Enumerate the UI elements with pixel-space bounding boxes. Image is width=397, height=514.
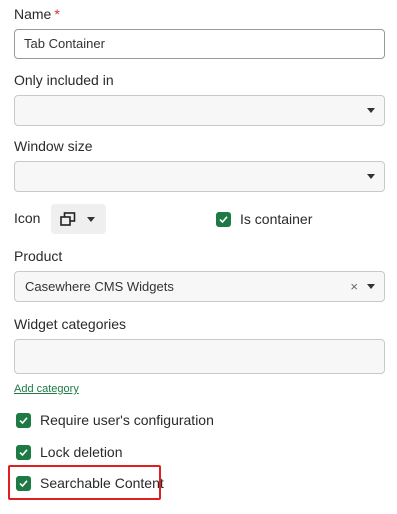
widget-categories-label: Widget categories [14, 316, 127, 332]
widget-categories-field[interactable] [14, 339, 385, 374]
checkbox-checked-icon [216, 211, 231, 227]
lock-deletion-checkbox[interactable]: Lock deletion [16, 444, 123, 460]
window-size-label: Window size [14, 138, 93, 154]
name-label-text: Name [14, 6, 52, 22]
checkbox-checked-icon [16, 444, 31, 460]
product-label: Product [14, 248, 63, 264]
is-container-label: Is container [240, 211, 313, 227]
chevron-down-icon [367, 284, 375, 289]
chevron-down-icon [367, 108, 375, 113]
chevron-down-icon [87, 217, 95, 222]
is-container-checkbox[interactable]: Is container [216, 211, 312, 227]
required-asterisk: * [54, 6, 60, 22]
product-value: Casewhere CMS Widgets [25, 279, 174, 294]
clear-icon[interactable]: × [350, 272, 358, 301]
only-included-in-select[interactable] [14, 95, 385, 126]
chevron-down-icon [367, 174, 375, 179]
require-config-label: Require user's configuration [40, 412, 214, 428]
add-category-link[interactable]: Add category [14, 383, 79, 395]
icon-label: Icon [14, 210, 41, 226]
icon-picker-button[interactable] [51, 204, 106, 234]
name-label: Name * [14, 6, 60, 22]
name-input-value: Tab Container [24, 36, 105, 51]
window-size-select[interactable] [14, 161, 385, 192]
lock-deletion-label: Lock deletion [40, 444, 123, 460]
highlight-box [8, 465, 161, 500]
checkbox-checked-icon [16, 412, 31, 428]
name-input[interactable]: Tab Container [14, 29, 385, 59]
window-restore-icon [60, 212, 76, 226]
only-included-in-label: Only included in [14, 72, 114, 88]
require-config-checkbox[interactable]: Require user's configuration [16, 412, 214, 428]
product-select[interactable]: Casewhere CMS Widgets × [14, 271, 385, 302]
